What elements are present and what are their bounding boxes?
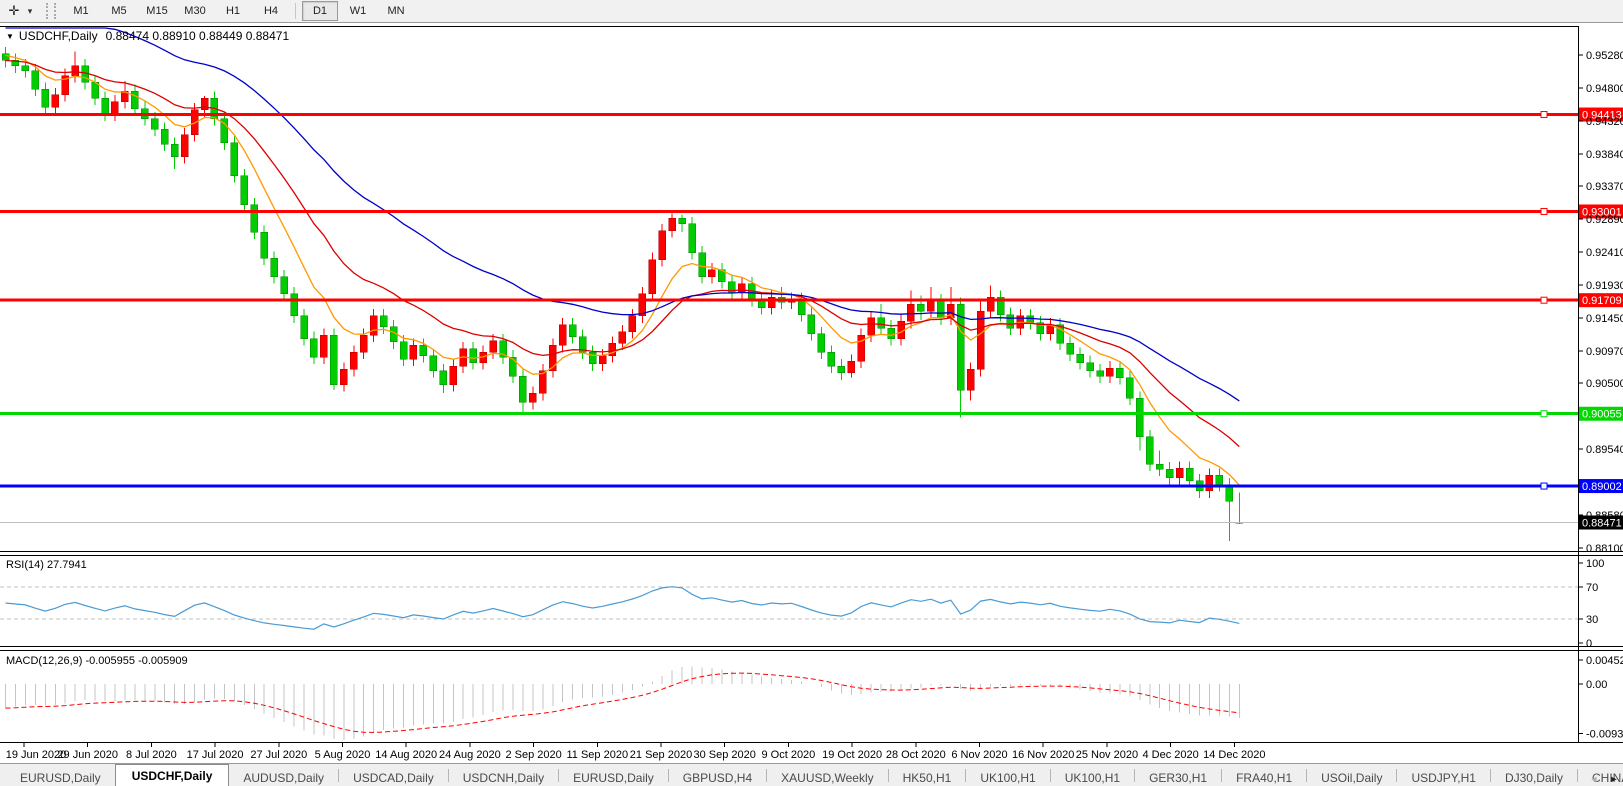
timeframe-button-d1[interactable]: D1 (302, 1, 338, 21)
tab-gbpusd-h4[interactable]: GBPUSD,H4 (669, 768, 766, 786)
timeframe-button-w1[interactable]: W1 (340, 1, 376, 21)
date-tick-label: 9 Oct 2020 (761, 749, 815, 761)
date-tick-label: 25 Nov 2020 (1076, 749, 1138, 761)
chart-tab-bar: EURUSD,DailyUSDCHF,DailyAUDUSD,DailyUSDC… (0, 763, 1623, 786)
tab-eurusd-daily[interactable]: EURUSD,Daily (559, 768, 668, 786)
date-tick-label: 16 Nov 2020 (1012, 749, 1074, 761)
rsi-indicator-label: RSI(14) 27.7941 (6, 559, 87, 571)
date-tick-label: 29 Jun 2020 (57, 749, 118, 761)
rsi-tick-label: 30 (1586, 614, 1598, 626)
price-tick-label: 0.91450 (1586, 313, 1623, 325)
date-tick-label: 27 Jul 2020 (250, 749, 307, 761)
tab-scroll-right-icon[interactable]: ► (1607, 774, 1621, 784)
chart-ohlc-values: 0.88474 0.88910 0.88449 0.88471 (106, 29, 290, 43)
price-tick-label: 0.88580 (1586, 510, 1623, 522)
timeframe-button-m30[interactable]: M30 (177, 1, 213, 21)
price-tick-label: 0.94800 (1586, 83, 1623, 95)
toolbar-separator (295, 3, 296, 19)
tab-usdcad-daily[interactable]: USDCAD,Daily (339, 768, 448, 786)
macd-panel[interactable] (0, 651, 1578, 743)
price-tick-label: 0.93370 (1586, 181, 1623, 193)
level-line-handle[interactable] (1541, 112, 1547, 118)
cursor-tool-icon[interactable]: ✛ (4, 2, 24, 20)
price-tick-label: 0.92410 (1586, 247, 1623, 259)
tab-uk100-h1[interactable]: UK100,H1 (1051, 768, 1134, 786)
tab-eurusd-daily[interactable]: EURUSD,Daily (6, 768, 115, 786)
date-tick-label: 4 Dec 2020 (1142, 749, 1198, 761)
price-tick-label: 0.95280 (1586, 50, 1623, 62)
level-price-badge-text: 0.91709 (1582, 295, 1622, 307)
date-tick-label: 14 Aug 2020 (375, 749, 437, 761)
macd-tick-label: -0.009348 (1586, 729, 1623, 741)
tab-usdchf-daily[interactable]: USDCHF,Daily (115, 764, 230, 786)
timeframe-toolbar: ✛ ▾ M1M5M15M30H1H4 D1W1MN (0, 0, 1623, 23)
date-tick-label: 11 Sep 2020 (567, 749, 629, 761)
date-tick-label: 28 Oct 2020 (886, 749, 946, 761)
tab-ger30-h1[interactable]: GER30,H1 (1135, 768, 1221, 786)
price-tick-label: 0.90500 (1586, 378, 1623, 390)
tab-dj30-daily[interactable]: DJ30,Daily (1491, 768, 1577, 786)
chart-symbol-label: USDCHF,Daily (19, 29, 98, 43)
level-price-badge-text: 0.90055 (1582, 409, 1622, 421)
tab-uk100-h1[interactable]: UK100,H1 (966, 768, 1049, 786)
tab-xauusd-weekly[interactable]: XAUUSD,Weekly (767, 768, 887, 786)
main-chart-panel[interactable] (0, 26, 1578, 552)
level-line-handle[interactable] (1541, 208, 1547, 214)
timeframe-button-h1[interactable]: H1 (215, 1, 251, 21)
mt4-window: ✛ ▾ M1M5M15M30H1H4 D1W1MN 0.944130.930010… (0, 0, 1623, 786)
timeframe-button-h4[interactable]: H4 (253, 1, 289, 21)
price-tick-label: 0.91930 (1586, 280, 1623, 292)
price-tick-label: 0.93840 (1586, 149, 1623, 161)
tab-scroll-left-icon[interactable]: ◄ (1587, 774, 1601, 784)
macd-indicator-label: MACD(12,26,9) -0.005955 -0.005909 (6, 655, 188, 667)
macd-tick-label: 0.004527 (1586, 655, 1623, 667)
date-tick-label: 17 Jul 2020 (187, 749, 244, 761)
timeframe-buttons-group: M1M5M15M30H1H4 D1W1MN (62, 1, 415, 21)
price-tick-label: 0.92890 (1586, 214, 1623, 226)
macd-tick-label: 0.00 (1586, 679, 1607, 691)
tab-usoil-daily[interactable]: USOil,Daily (1307, 768, 1396, 786)
rsi-panel[interactable] (0, 556, 1578, 646)
toolbar-drag-handle[interactable] (46, 3, 56, 19)
tab-audusd-daily[interactable]: AUDUSD,Daily (229, 768, 338, 786)
date-tick-label: 19 Oct 2020 (822, 749, 882, 761)
candle (649, 253, 656, 301)
price-tick-label: 0.88100 (1586, 543, 1623, 555)
date-tick-label: 14 Dec 2020 (1203, 749, 1265, 761)
tab-hk50-h1[interactable]: HK50,H1 (889, 768, 966, 786)
level-line-handle[interactable] (1541, 483, 1547, 489)
candle (977, 301, 984, 377)
timeframe-button-mn[interactable]: MN (378, 1, 414, 21)
timeframe-button-m1[interactable]: M1 (63, 1, 99, 21)
level-line-handle[interactable] (1541, 411, 1547, 417)
candle (330, 328, 337, 390)
tab-fra40-h1[interactable]: FRA40,H1 (1222, 768, 1306, 786)
tab-usdjpy-h1[interactable]: USDJPY,H1 (1397, 768, 1489, 786)
rsi-tick-label: 0 (1586, 638, 1592, 650)
tab-usdcnh-daily[interactable]: USDCNH,Daily (449, 768, 558, 786)
cursor-tool-dropdown-icon[interactable]: ▾ (24, 2, 36, 20)
date-tick-label: 30 Sep 2020 (694, 749, 756, 761)
price-tick-label: 0.89540 (1586, 444, 1623, 456)
date-tick-label: 6 Nov 2020 (951, 749, 1007, 761)
tab-scroll-buttons: ◄ ► (1587, 774, 1621, 784)
timeframe-button-m5[interactable]: M5 (101, 1, 137, 21)
price-tick-label: 0.90970 (1586, 346, 1623, 358)
level-price-badge-text: 0.89002 (1582, 481, 1622, 493)
rsi-tick-label: 100 (1586, 558, 1604, 570)
chart-canvas: 0.944130.930010.917090.900550.890020.884… (0, 0, 1623, 786)
date-tick-label: 2 Sep 2020 (505, 749, 561, 761)
chart-title: ▼ USDCHF,Daily 0.88474 0.88910 0.88449 0.8… (6, 29, 289, 43)
date-tick-label: 8 Jul 2020 (126, 749, 177, 761)
level-line-handle[interactable] (1541, 297, 1547, 303)
price-tick-label: 0.94320 (1586, 116, 1623, 128)
date-tick-label: 24 Aug 2020 (439, 749, 501, 761)
candle (231, 136, 238, 183)
timeframe-button-m15[interactable]: M15 (139, 1, 175, 21)
collapse-indicators-icon[interactable]: ▼ (6, 32, 14, 41)
chart-tabs: EURUSD,DailyUSDCHF,DailyAUDUSD,DailyUSDC… (6, 764, 1623, 786)
rsi-tick-label: 70 (1586, 582, 1598, 594)
date-tick-label: 21 Sep 2020 (630, 749, 692, 761)
date-tick-label: 5 Aug 2020 (315, 749, 371, 761)
